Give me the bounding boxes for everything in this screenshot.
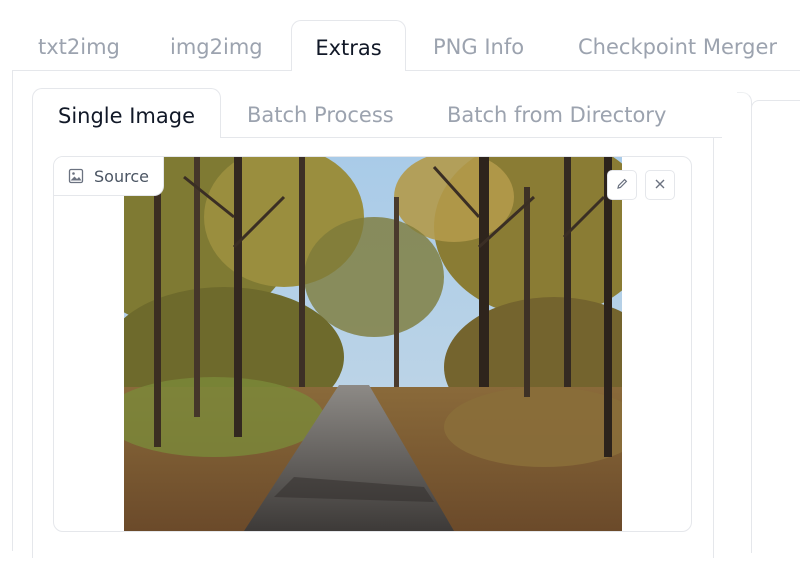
image-icon: [68, 168, 84, 184]
edit-image-button[interactable]: [607, 170, 637, 200]
tab-extras[interactable]: Extras: [291, 20, 406, 73]
pencil-icon: [615, 176, 629, 195]
close-icon: [653, 176, 667, 195]
tab-img2img[interactable]: img2img: [170, 20, 263, 70]
main-tab-bar: txt2img img2img Extras PNG Info Checkpoi…: [0, 0, 800, 73]
source-image-input[interactable]: Source: [53, 156, 692, 532]
output-column: [751, 100, 800, 551]
tab-png-info[interactable]: PNG Info: [433, 20, 524, 70]
tab-txt2img[interactable]: txt2img: [38, 20, 120, 70]
source-label-badge: Source: [54, 157, 164, 196]
left-column-edge: [737, 92, 752, 553]
forest-path-photo: [124, 157, 622, 531]
clear-image-button[interactable]: [645, 170, 675, 200]
source-label-text: Source: [94, 166, 149, 186]
image-controls: [607, 170, 675, 200]
tab-batch-from-directory[interactable]: Batch from Directory: [447, 88, 666, 136]
tab-single-image[interactable]: Single Image: [32, 88, 221, 139]
tab-checkpoint-merger[interactable]: Checkpoint Merger: [578, 20, 777, 70]
extras-page: txt2img img2img Extras PNG Info Checkpoi…: [0, 0, 800, 570]
tab-batch-process[interactable]: Batch Process: [247, 88, 394, 136]
extras-sub-tab-bar: Single Image Batch Process Batch from Di…: [32, 88, 722, 139]
